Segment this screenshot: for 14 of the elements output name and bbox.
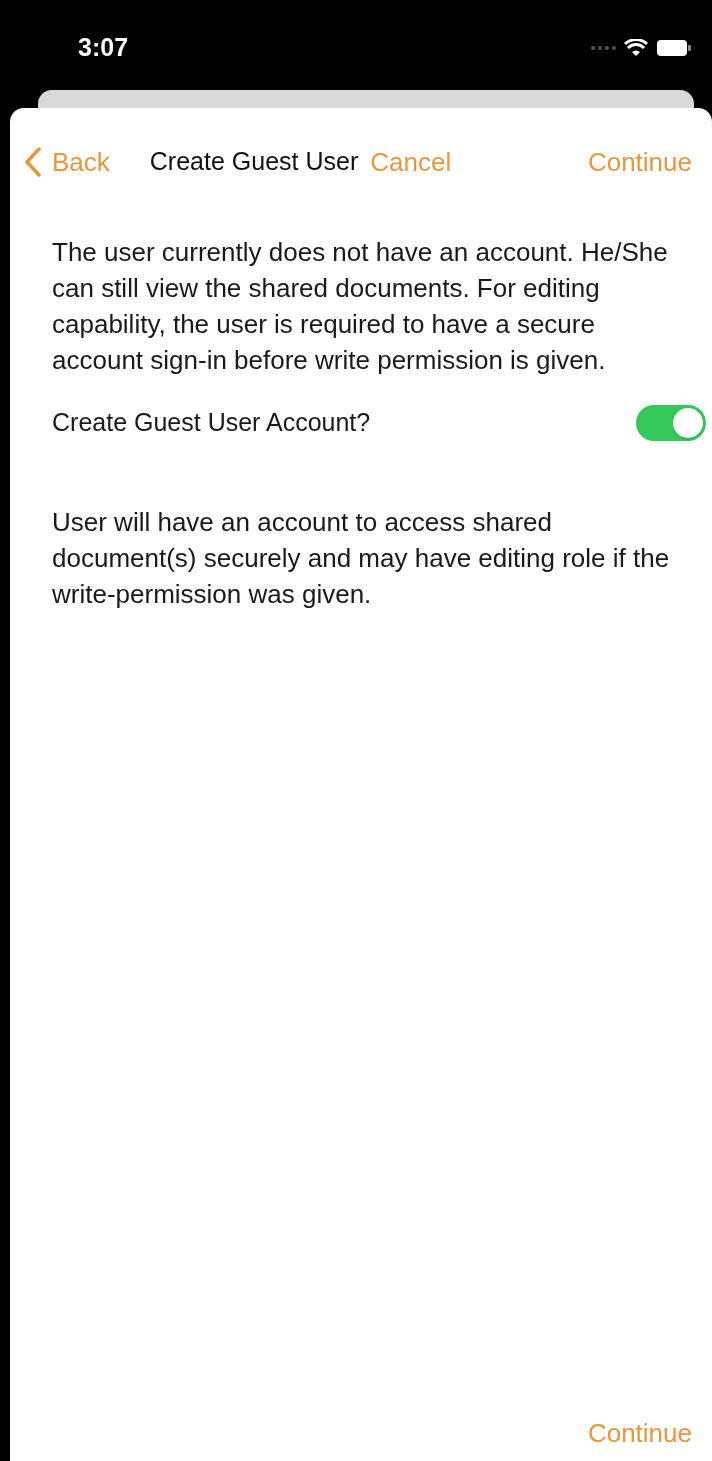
status-time: 3:07	[78, 32, 129, 64]
signal-icon	[590, 45, 616, 51]
nav-title: Create Guest User	[149, 146, 359, 178]
note-text: User will have an account to access shared document(s) securely and may have editing role if the write-permission was given.	[51, 506, 671, 611]
continue-button[interactable]: Continue	[587, 1414, 692, 1453]
back-button[interactable]: Back	[24, 142, 110, 182]
chevron-left-icon	[24, 147, 42, 177]
continue-button[interactable]: Continue	[587, 142, 692, 182]
intro-text: The user currently does not have an account. He/She can still view the shared documents. For editing capability, the user is required to have a secure account sign-in before write permission is given.	[51, 236, 669, 377]
cancel-button[interactable]: Cancel	[370, 142, 452, 182]
battery-icon	[656, 39, 692, 57]
toggle-label: Create Guest User Account?	[52, 407, 371, 439]
wifi-icon	[624, 39, 648, 57]
toggle-switch[interactable]	[636, 405, 706, 441]
